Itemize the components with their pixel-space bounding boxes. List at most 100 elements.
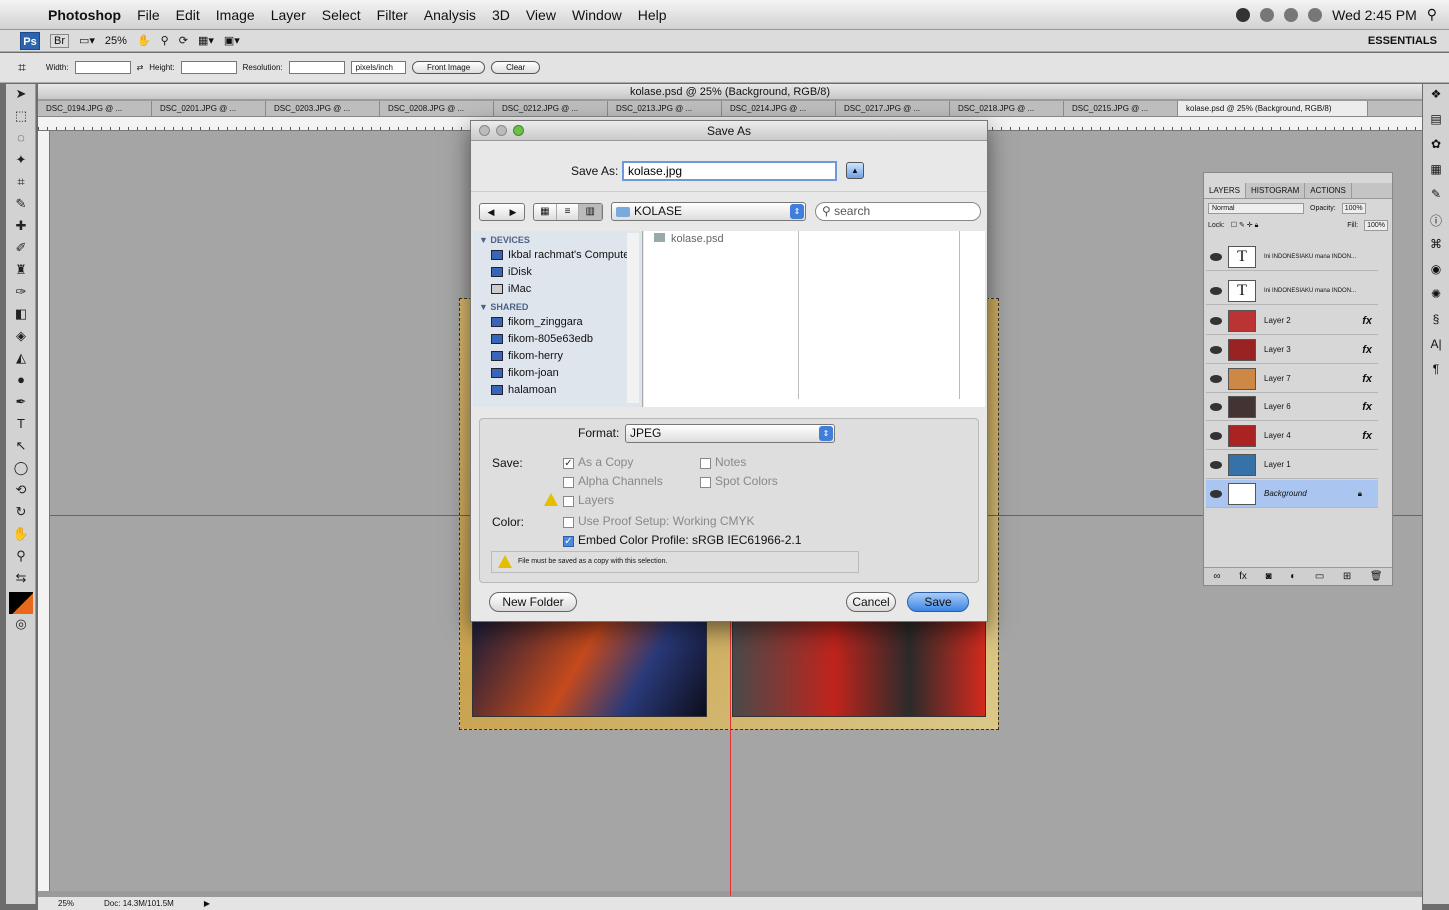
spotlight-icon[interactable]: ⚲ [1427,6,1437,23]
checkbox-icon[interactable] [700,457,711,469]
menu-edit[interactable]: Edit [168,7,208,23]
history-brush-icon[interactable]: ✑ [9,284,33,304]
eraser-icon[interactable]: ◧ [9,306,33,326]
front-image-button[interactable]: Front Image [412,61,486,74]
stamp-icon[interactable]: ♜ [9,262,33,282]
rotate-view-icon[interactable]: ⟳ [179,34,188,47]
new-layer-icon[interactable]: ⊞ [1343,571,1351,582]
close-icon[interactable] [479,125,490,136]
eye-icon[interactable] [1210,489,1222,498]
type-icon[interactable]: T [9,416,33,436]
menu-analysis[interactable]: Analysis [416,7,484,23]
dock-icon-3[interactable]: ✿ [1426,137,1446,159]
screen-mode-icon[interactable]: ▭▾ [79,34,95,47]
character-icon[interactable]: A| [1426,337,1446,359]
clear-button[interactable]: Clear [491,61,541,74]
zoom-window-icon[interactable] [513,125,524,136]
bucket-icon[interactable]: ◈ [9,328,33,348]
eyedropper-icon[interactable]: ✎ [9,196,33,216]
filename-input[interactable] [622,161,837,181]
screen-mode2-icon[interactable]: ▣▾ [224,34,240,47]
eye-icon[interactable] [1210,316,1222,325]
spot-colors-checkbox[interactable]: Spot Colors [700,474,778,488]
layer-row[interactable]: T Ini INDONESIAKU mana INDON... [1206,277,1378,305]
adjustment-icon[interactable]: ◐ [1290,571,1296,582]
shared-header[interactable]: ▼ SHARED [473,298,642,314]
fill-value[interactable]: 100% [1364,220,1388,231]
crop-tool-icon[interactable]: ⌗ [18,59,26,76]
healing-icon[interactable]: ✚ [9,218,33,238]
menu-select[interactable]: Select [314,7,369,23]
forward-icon[interactable]: ▶ [502,204,524,220]
swap-icon[interactable]: ⇄ [137,63,144,72]
menu-app[interactable]: Photoshop [40,7,129,23]
fx-icon[interactable]: fx [1362,401,1372,413]
dock-icon-5[interactable]: ✎ [1426,187,1446,209]
pen-icon[interactable]: ✒ [9,394,33,414]
sidebar-item-computer[interactable]: Ikbal rachmat's Computer [473,247,642,264]
eye-icon[interactable] [1210,402,1222,411]
units-select[interactable]: pixels/inch [350,61,407,74]
magic-wand-icon[interactable]: ✦ [9,152,33,172]
sidebar-item-shared[interactable]: fikom-805e63edb [473,331,642,348]
menu-file[interactable]: File [129,7,168,23]
tab-actions[interactable]: ACTIONS [1305,183,1352,198]
layers-checkbox[interactable]: Layers [563,493,614,507]
opacity-value[interactable]: 100% [1341,203,1366,214]
dock-icon-1[interactable]: ❖ [1426,87,1446,109]
sidebar-item-shared[interactable]: fikom-joan [473,365,642,382]
layer-row[interactable]: Layer 1 [1206,451,1378,479]
paragraph-icon[interactable]: ¶ [1426,362,1446,384]
menu-view[interactable]: View [518,7,564,23]
expand-icon[interactable]: ▲ [846,162,864,179]
hand-icon[interactable]: ✋ [137,34,151,47]
layer-row[interactable]: Layer 4 fx [1206,422,1378,450]
trash-icon[interactable]: 🗑︎ [1370,571,1383,582]
fx-icon[interactable]: fx [1362,344,1372,356]
eye-icon[interactable] [1210,286,1222,295]
column-view-icon[interactable]: ▥ [579,204,603,220]
eye-icon[interactable] [1210,374,1222,383]
dock-icon-4[interactable]: ▦ [1426,162,1446,184]
dock-icon-2[interactable]: ▤ [1426,112,1446,134]
3d-orbit-icon[interactable]: ↻ [9,504,33,524]
dock-icon-8[interactable]: ✺ [1426,287,1446,309]
fx-icon[interactable]: fx [1362,373,1372,385]
blend-mode-select[interactable]: Normal [1208,203,1304,214]
move-tool-icon[interactable]: ➤ [9,86,33,106]
group-icon[interactable]: ▭ [1315,571,1324,582]
swap-colors-icon[interactable]: ⇆ [9,570,33,590]
sidebar-item-shared[interactable]: halamoan [473,382,642,399]
folder-popup[interactable]: KOLASE ⇕ [611,202,806,221]
3d-rotate-icon[interactable]: ⟲ [9,482,33,502]
proof-setup-checkbox[interactable]: Use Proof Setup: Working CMYK [563,514,755,528]
status-zoom[interactable]: 25% [58,899,74,908]
sidebar-scrollbar[interactable] [627,233,639,403]
zoom-icon[interactable]: ⚲ [161,34,169,47]
tab-dsc-0214[interactable]: DSC_0214.JPG @ ... [722,101,836,116]
back-forward-buttons[interactable]: ◀ ▶ [479,203,525,221]
tab-dsc-0217[interactable]: DSC_0217.JPG @ ... [836,101,950,116]
layer-row[interactable]: Layer 2 fx [1206,307,1378,335]
menu-3d[interactable]: 3D [484,7,518,23]
back-icon[interactable]: ◀ [480,204,502,220]
checkbox-icon[interactable] [700,476,711,488]
zoom-level[interactable]: 25% [105,35,127,47]
view-mode-buttons[interactable]: ▦ ≡ ▥ [533,203,603,221]
foreground-color-swatch[interactable] [9,592,33,614]
devices-header[interactable]: ▼ DEVICES [473,231,642,247]
menu-window[interactable]: Window [564,7,630,23]
brush-icon[interactable]: ✐ [9,240,33,260]
tab-dsc-0213[interactable]: DSC_0213.JPG @ ... [608,101,722,116]
menu-image[interactable]: Image [208,7,263,23]
fx-add-icon[interactable]: fx [1239,571,1247,582]
search-field[interactable]: ⚲ search [815,202,981,221]
tab-histogram[interactable]: HISTOGRAM [1246,183,1306,198]
wifi-icon[interactable] [1284,7,1299,22]
menu-help[interactable]: Help [630,7,675,23]
width-input[interactable] [74,61,131,74]
mask-icon[interactable]: ◙ [1265,571,1271,582]
tab-dsc-0201[interactable]: DSC_0201.JPG @ ... [152,101,266,116]
as-copy-checkbox[interactable]: ✓ As a Copy [563,455,633,469]
tab-layers[interactable]: LAYERS [1204,183,1246,198]
